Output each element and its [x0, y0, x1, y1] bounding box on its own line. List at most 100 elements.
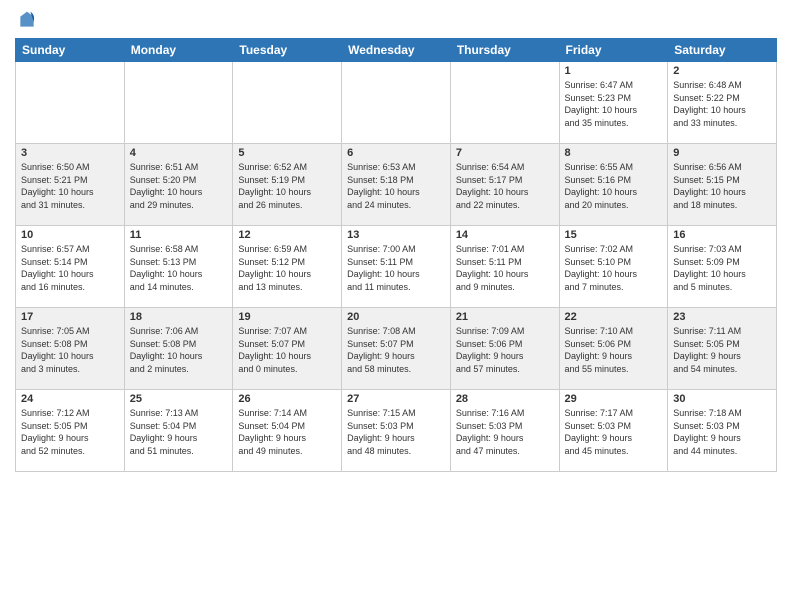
day-info: Sunrise: 7:02 AM Sunset: 5:10 PM Dayligh… [565, 243, 663, 293]
calendar-empty-cell [233, 62, 342, 144]
calendar-day-6: 6Sunrise: 6:53 AM Sunset: 5:18 PM Daylig… [342, 144, 451, 226]
calendar-day-17: 17 Sunrise: 7:05 AM Sunset: 5:08 PM Dayli… [16, 308, 125, 390]
day-info: Sunrise: 7:05 AM Sunset: 5:08 PM Dayligh… [21, 325, 119, 375]
page-header [15, 10, 777, 30]
day-number: 26 [238, 393, 336, 405]
day-number: 25 [130, 393, 228, 405]
calendar-empty-cell [450, 62, 559, 144]
day-number: 12 [238, 229, 336, 241]
day-header-monday: Monday [124, 39, 233, 62]
day-number: 4 [130, 147, 228, 159]
day-number: 1 [565, 65, 663, 77]
day-number: 15 [565, 229, 663, 241]
calendar-day-3: 3 Sunrise: 6:50 AM Sunset: 5:21 PM Daylig… [16, 144, 125, 226]
day-info: Sunrise: 6:52 AM Sunset: 5:19 PM Dayligh… [238, 161, 336, 211]
day-number: 5 [238, 147, 336, 159]
day-number: 22 [565, 311, 663, 323]
day-number: 30 [673, 393, 771, 405]
calendar-day-4: 4 Sunrise: 6:51 AM Sunset: 5:20 PM Daylig… [124, 144, 233, 226]
calendar-day-13: 13Sunrise: 7:00 AM Sunset: 5:11 PM Dayli… [342, 226, 451, 308]
day-number: 23 [673, 311, 771, 323]
calendar-day-15: 15 Sunrise: 7:02 AM Sunset: 5:10 PM Dayli… [559, 226, 668, 308]
day-number: 27 [347, 393, 445, 405]
day-number: 10 [21, 229, 119, 241]
day-number: 9 [673, 147, 771, 159]
day-info: Sunrise: 6:57 AM Sunset: 5:14 PM Dayligh… [21, 243, 119, 293]
day-info: Sunrise: 7:12 AM Sunset: 5:05 PM Dayligh… [21, 407, 119, 457]
calendar-empty-cell [342, 62, 451, 144]
calendar-day-9: 9 Sunrise: 6:56 AM Sunset: 5:15 PM Daylig… [668, 144, 777, 226]
calendar-day-30: 30 Sunrise: 7:18 AM Sunset: 5:03 PM Dayli… [668, 390, 777, 472]
calendar-day-16: 16 Sunrise: 7:03 AM Sunset: 5:09 PM Dayli… [668, 226, 777, 308]
calendar-day-2: 2 Sunrise: 6:48 AM Sunset: 5:22 PM Daylig… [668, 62, 777, 144]
calendar-week-row: 17 Sunrise: 7:05 AM Sunset: 5:08 PM Dayli… [16, 308, 777, 390]
day-info: Sunrise: 7:07 AM Sunset: 5:07 PM Dayligh… [238, 325, 336, 375]
day-info: Sunrise: 6:56 AM Sunset: 5:15 PM Dayligh… [673, 161, 771, 211]
day-number: 20 [347, 311, 445, 323]
calendar-day-14: 14 Sunrise: 7:01 AM Sunset: 5:11 PM Dayli… [450, 226, 559, 308]
day-header-sunday: Sunday [16, 39, 125, 62]
calendar-day-8: 8 Sunrise: 6:55 AM Sunset: 5:16 PM Daylig… [559, 144, 668, 226]
day-info: Sunrise: 7:03 AM Sunset: 5:09 PM Dayligh… [673, 243, 771, 293]
calendar-day-18: 18 Sunrise: 7:06 AM Sunset: 5:08 PM Dayli… [124, 308, 233, 390]
day-number: 7 [456, 147, 554, 159]
day-info: Sunrise: 7:00 AM Sunset: 5:11 PM Dayligh… [347, 243, 445, 293]
day-info: Sunrise: 7:17 AM Sunset: 5:03 PM Dayligh… [565, 407, 663, 457]
day-info: Sunrise: 7:18 AM Sunset: 5:03 PM Dayligh… [673, 407, 771, 457]
calendar-header-row: SundayMondayTuesdayWednesdayThursdayFrid… [16, 39, 777, 62]
day-header-thursday: Thursday [450, 39, 559, 62]
day-number: 16 [673, 229, 771, 241]
day-header-tuesday: Tuesday [233, 39, 342, 62]
calendar-week-row: 1Sunrise: 6:47 AM Sunset: 5:23 PM Daylig… [16, 62, 777, 144]
day-number: 8 [565, 147, 663, 159]
logo [15, 10, 37, 30]
day-info: Sunrise: 6:48 AM Sunset: 5:22 PM Dayligh… [673, 79, 771, 129]
day-info: Sunrise: 6:51 AM Sunset: 5:20 PM Dayligh… [130, 161, 228, 211]
day-number: 28 [456, 393, 554, 405]
day-number: 19 [238, 311, 336, 323]
day-number: 14 [456, 229, 554, 241]
day-number: 18 [130, 311, 228, 323]
calendar-table: SundayMondayTuesdayWednesdayThursdayFrid… [15, 38, 777, 472]
day-info: Sunrise: 7:15 AM Sunset: 5:03 PM Dayligh… [347, 407, 445, 457]
calendar-empty-cell [124, 62, 233, 144]
calendar-day-25: 25 Sunrise: 7:13 AM Sunset: 5:04 PM Dayli… [124, 390, 233, 472]
day-number: 11 [130, 229, 228, 241]
day-info: Sunrise: 7:16 AM Sunset: 5:03 PM Dayligh… [456, 407, 554, 457]
calendar-day-7: 7 Sunrise: 6:54 AM Sunset: 5:17 PM Daylig… [450, 144, 559, 226]
day-info: Sunrise: 6:55 AM Sunset: 5:16 PM Dayligh… [565, 161, 663, 211]
calendar-page: SundayMondayTuesdayWednesdayThursdayFrid… [0, 0, 792, 612]
day-number: 17 [21, 311, 119, 323]
calendar-day-10: 10 Sunrise: 6:57 AM Sunset: 5:14 PM Dayli… [16, 226, 125, 308]
day-info: Sunrise: 6:58 AM Sunset: 5:13 PM Dayligh… [130, 243, 228, 293]
calendar-week-row: 24 Sunrise: 7:12 AM Sunset: 5:05 PM Dayli… [16, 390, 777, 472]
day-info: Sunrise: 7:10 AM Sunset: 5:06 PM Dayligh… [565, 325, 663, 375]
calendar-week-row: 3 Sunrise: 6:50 AM Sunset: 5:21 PM Daylig… [16, 144, 777, 226]
calendar-empty-cell [16, 62, 125, 144]
calendar-day-19: 19 Sunrise: 7:07 AM Sunset: 5:07 PM Dayli… [233, 308, 342, 390]
day-header-saturday: Saturday [668, 39, 777, 62]
day-info: Sunrise: 6:59 AM Sunset: 5:12 PM Dayligh… [238, 243, 336, 293]
day-info: Sunrise: 7:14 AM Sunset: 5:04 PM Dayligh… [238, 407, 336, 457]
day-number: 29 [565, 393, 663, 405]
day-info: Sunrise: 7:08 AM Sunset: 5:07 PM Dayligh… [347, 325, 445, 375]
calendar-day-26: 26 Sunrise: 7:14 AM Sunset: 5:04 PM Dayli… [233, 390, 342, 472]
calendar-day-20: 20 Sunrise: 7:08 AM Sunset: 5:07 PM Dayli… [342, 308, 451, 390]
day-info: Sunrise: 7:06 AM Sunset: 5:08 PM Dayligh… [130, 325, 228, 375]
day-info: Sunrise: 6:50 AM Sunset: 5:21 PM Dayligh… [21, 161, 119, 211]
day-header-friday: Friday [559, 39, 668, 62]
day-header-wednesday: Wednesday [342, 39, 451, 62]
calendar-day-27: 27 Sunrise: 7:15 AM Sunset: 5:03 PM Dayli… [342, 390, 451, 472]
day-number: 24 [21, 393, 119, 405]
calendar-day-28: 28 Sunrise: 7:16 AM Sunset: 5:03 PM Dayli… [450, 390, 559, 472]
calendar-week-row: 10 Sunrise: 6:57 AM Sunset: 5:14 PM Dayli… [16, 226, 777, 308]
day-number: 6 [347, 147, 445, 159]
logo-icon [17, 10, 37, 30]
day-info: Sunrise: 7:13 AM Sunset: 5:04 PM Dayligh… [130, 407, 228, 457]
day-number: 2 [673, 65, 771, 77]
day-info: Sunrise: 7:01 AM Sunset: 5:11 PM Dayligh… [456, 243, 554, 293]
day-number: 3 [21, 147, 119, 159]
calendar-day-24: 24 Sunrise: 7:12 AM Sunset: 5:05 PM Dayli… [16, 390, 125, 472]
day-info: Sunrise: 6:54 AM Sunset: 5:17 PM Dayligh… [456, 161, 554, 211]
day-number: 21 [456, 311, 554, 323]
